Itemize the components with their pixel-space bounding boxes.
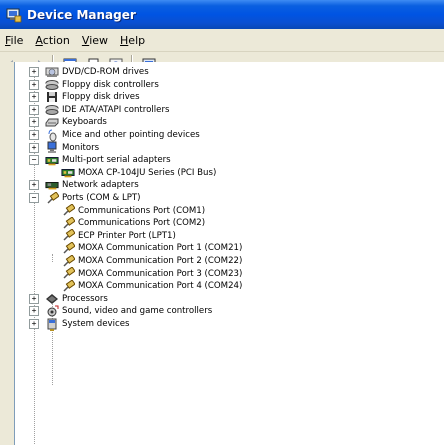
expand-toggle[interactable]: +: [29, 67, 39, 77]
tree-device-label: MOXA Communication Port 4 (COM24): [78, 281, 243, 292]
expand-toggle[interactable]: +: [29, 293, 39, 304]
menu-bar: File Action View Help: [0, 29, 444, 52]
tree-category-label: System devices: [62, 319, 130, 329]
tree-category-label: Multi-port serial adapters: [62, 155, 171, 166]
tree-category-label: Processors: [62, 293, 108, 304]
expand-toggle[interactable]: +: [29, 180, 39, 191]
menu-file-rest: ile: [10, 33, 24, 47]
expand-toggle[interactable]: +: [29, 117, 39, 128]
menu-action[interactable]: Action: [29, 34, 75, 47]
menu-view-rest: iew: [89, 33, 109, 47]
collapse-toggle[interactable]: −: [29, 155, 39, 166]
menu-help-rest: elp: [128, 33, 146, 47]
device-manager-icon: [6, 8, 22, 22]
tree-device-label: MOXA Communication Port 3 (COM23): [78, 268, 243, 279]
device-manager-window: Device Manager File Action View Help ?: [0, 0, 444, 445]
tree-category-label: DVD/CD-ROM drives: [62, 67, 149, 77]
left-strip: [0, 62, 14, 445]
tree-category-label: Network adapters: [62, 180, 139, 191]
serial-adapter-icon: [45, 154, 59, 167]
tree-category-label: Floppy disk drives: [62, 92, 140, 103]
tree-device-label: Communications Port (COM1): [78, 205, 206, 216]
system-icon: [45, 318, 59, 331]
port-icon: [45, 191, 59, 205]
device-tree[interactable]: + DVD/CD-ROM drives + Floppy disk controlle…: [14, 62, 444, 445]
expand-toggle[interactable]: +: [29, 130, 39, 140]
title-bar[interactable]: Device Manager: [0, 0, 444, 29]
expand-toggle[interactable]: +: [29, 142, 39, 153]
menu-file[interactable]: File: [0, 34, 29, 47]
expand-toggle[interactable]: +: [29, 319, 39, 329]
menu-action-rest: ction: [42, 33, 70, 47]
tree-device-label: ECP Printer Port (LPT1): [78, 230, 176, 241]
expand-toggle[interactable]: +: [29, 306, 39, 317]
expand-toggle[interactable]: +: [29, 104, 39, 115]
tree-category-label: Mice and other pointing devices: [62, 130, 200, 140]
collapse-toggle[interactable]: −: [29, 193, 39, 203]
tree-category-label: IDE ATA/ATAPI controllers: [62, 104, 170, 115]
window-title: Device Manager: [27, 7, 136, 22]
menu-help[interactable]: Help: [114, 34, 151, 47]
tree-device-label: Communications Port (COM2): [78, 218, 206, 229]
tree-device-label: MOXA Communication Port 1 (COM21): [78, 243, 243, 254]
tree-category[interactable]: + System devices: [29, 316, 129, 332]
tree-category-label: Floppy disk controllers: [62, 79, 159, 90]
tree-guide: [52, 254, 53, 262]
tree-category-label: Sound, video and game controllers: [62, 306, 213, 317]
tree-device-label: MOXA CP-104JU Series (PCI Bus): [78, 167, 217, 178]
expand-toggle[interactable]: +: [29, 79, 39, 90]
menu-action-mnemonic: A: [35, 33, 43, 47]
tree-category-label: Keyboards: [62, 117, 107, 128]
menu-view[interactable]: View: [76, 34, 114, 47]
tree-device-label: MOXA Communication Port 2 (COM22): [78, 256, 243, 266]
expand-toggle[interactable]: +: [29, 92, 39, 103]
tree-category-label: Ports (COM & LPT): [62, 193, 141, 203]
tree-category-label: Monitors: [62, 142, 100, 153]
